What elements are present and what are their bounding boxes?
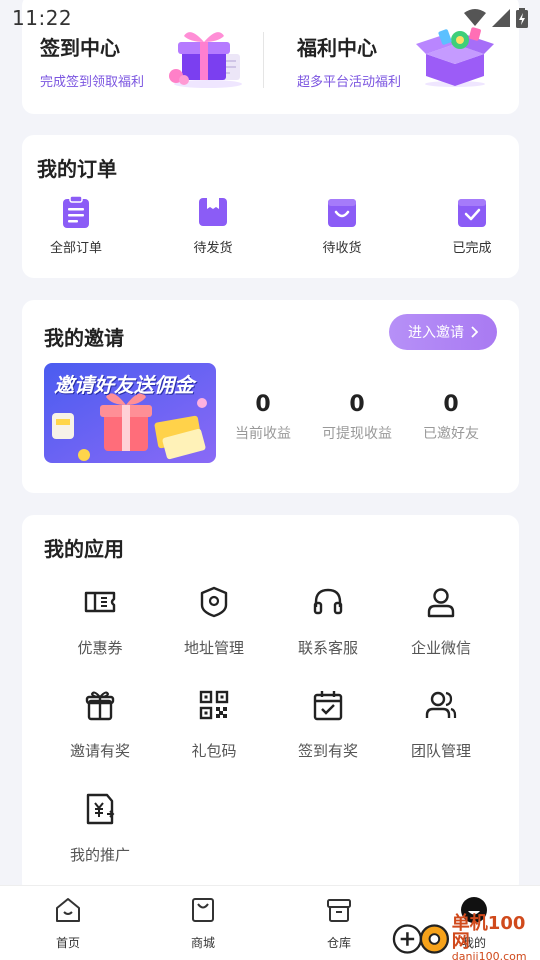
stat-value: 0 <box>255 392 271 417</box>
stat-invited-friends: 0 已邀好友 <box>406 392 496 443</box>
nav-label: 仓库 <box>326 936 351 950</box>
stat-label: 当前收益 <box>235 426 291 442</box>
orders-card: 我的订单 全部订单 待发货 待收货 已完成 <box>22 135 519 278</box>
wifi-icon <box>464 9 486 26</box>
promo-title: 福利中心 <box>297 36 377 60</box>
invite-card: 我的邀请 进入邀请 邀请好友送佣金 0 当前收益 0 可提现收益 0 已邀好友 <box>22 300 519 493</box>
calendar-check-icon <box>313 691 343 721</box>
watermark-line1: 单机100网 <box>451 913 526 952</box>
stat-value: 0 <box>349 392 365 417</box>
chevron-right-icon <box>471 326 478 338</box>
nav-label: 首页 <box>55 936 80 950</box>
enter-invite-button[interactable]: 进入邀请 <box>389 314 497 350</box>
app-label: 邀请有奖 <box>69 742 130 760</box>
invite-banner[interactable]: 邀请好友送佣金 <box>44 363 216 463</box>
signal-icon <box>492 9 510 27</box>
app-label: 地址管理 <box>183 639 244 657</box>
headset-icon <box>313 588 343 615</box>
apps-card: 我的应用 优惠券 地址管理 联系客服 企业微信 邀请有奖 礼包码 签到有奖 团队… <box>22 515 519 895</box>
order-label: 待发货 <box>193 241 233 256</box>
shopping-bag-icon <box>328 199 356 227</box>
promo-divider <box>263 32 264 88</box>
shop-bag-icon <box>192 898 214 922</box>
app-address[interactable]: 地址管理 <box>159 585 269 658</box>
watermark-logo-icon <box>392 924 450 954</box>
stat-label: 已邀好友 <box>423 426 479 442</box>
app-team-management[interactable]: 团队管理 <box>386 688 496 761</box>
qr-code-icon <box>199 690 229 720</box>
order-all[interactable]: 全部订单 <box>36 195 116 256</box>
order-completed[interactable]: 已完成 <box>432 195 512 256</box>
app-enterprise-wechat[interactable]: 企业微信 <box>386 585 496 658</box>
status-bar: 11:22 <box>0 0 540 36</box>
invite-banner-text: 邀请好友送佣金 <box>54 373 194 397</box>
app-label: 礼包码 <box>191 742 237 760</box>
promo-subtitle: 超多平台活动福利 <box>297 75 402 90</box>
app-checkin-reward[interactable]: 签到有奖 <box>273 688 383 761</box>
box-icon <box>199 198 227 226</box>
watermark-text: 单机100网 danji100.com <box>452 915 540 960</box>
warehouse-icon <box>327 899 351 922</box>
apps-title: 我的应用 <box>44 537 124 561</box>
order-label: 全部订单 <box>49 241 102 256</box>
nav-shop[interactable]: 商城 <box>163 896 243 951</box>
order-to-ship[interactable]: 待发货 <box>173 195 253 256</box>
check-box-icon <box>458 199 486 227</box>
enter-invite-label: 进入邀请 <box>408 325 464 341</box>
location-icon <box>200 586 228 618</box>
app-label: 团队管理 <box>410 742 471 760</box>
promo-subtitle: 完成签到领取福利 <box>40 75 145 90</box>
watermark-line2: danji100.com <box>451 950 527 960</box>
app-label: 签到有奖 <box>297 742 358 760</box>
ticket-icon <box>84 591 116 613</box>
app-label: 我的推广 <box>69 846 130 864</box>
app-customer-service[interactable]: 联系客服 <box>273 585 383 658</box>
app-gift-code[interactable]: 礼包码 <box>159 688 269 761</box>
status-time: 11:22 <box>12 6 73 30</box>
stat-label: 可提现收益 <box>322 426 392 442</box>
order-label: 已完成 <box>452 241 492 256</box>
gift-icon <box>85 691 115 721</box>
clipboard-icon <box>63 195 89 228</box>
checkin-center-promo[interactable]: 签到中心 完成签到领取福利 <box>40 32 144 90</box>
team-icon <box>425 691 457 718</box>
watermark: 单机100网 danji100.com <box>392 915 540 960</box>
order-to-receive[interactable]: 待收货 <box>302 195 382 256</box>
app-label: 优惠券 <box>77 639 123 657</box>
home-icon <box>56 898 80 922</box>
stat-withdrawable: 0 可提现收益 <box>312 392 402 443</box>
app-label: 企业微信 <box>410 639 471 657</box>
app-coupon[interactable]: 优惠券 <box>45 585 155 658</box>
stat-current-earnings: 0 当前收益 <box>218 392 308 443</box>
promo-title: 签到中心 <box>40 36 120 60</box>
nav-label: 商城 <box>190 936 215 950</box>
app-label: 联系客服 <box>297 639 358 657</box>
order-label: 待收货 <box>322 241 362 256</box>
welfare-center-promo[interactable]: 福利中心 超多平台活动福利 <box>297 32 401 90</box>
user-icon <box>427 588 455 618</box>
orders-title: 我的订单 <box>37 157 117 181</box>
nav-warehouse[interactable]: 仓库 <box>299 896 379 951</box>
promotion-icon <box>86 793 115 825</box>
battery-icon <box>516 8 528 28</box>
stat-value: 0 <box>443 392 459 417</box>
invite-title: 我的邀请 <box>44 326 124 350</box>
app-invite-reward[interactable]: 邀请有奖 <box>45 688 155 761</box>
status-icons <box>464 8 528 28</box>
nav-home[interactable]: 首页 <box>28 896 108 951</box>
app-my-promotion[interactable]: 我的推广 <box>45 792 155 865</box>
